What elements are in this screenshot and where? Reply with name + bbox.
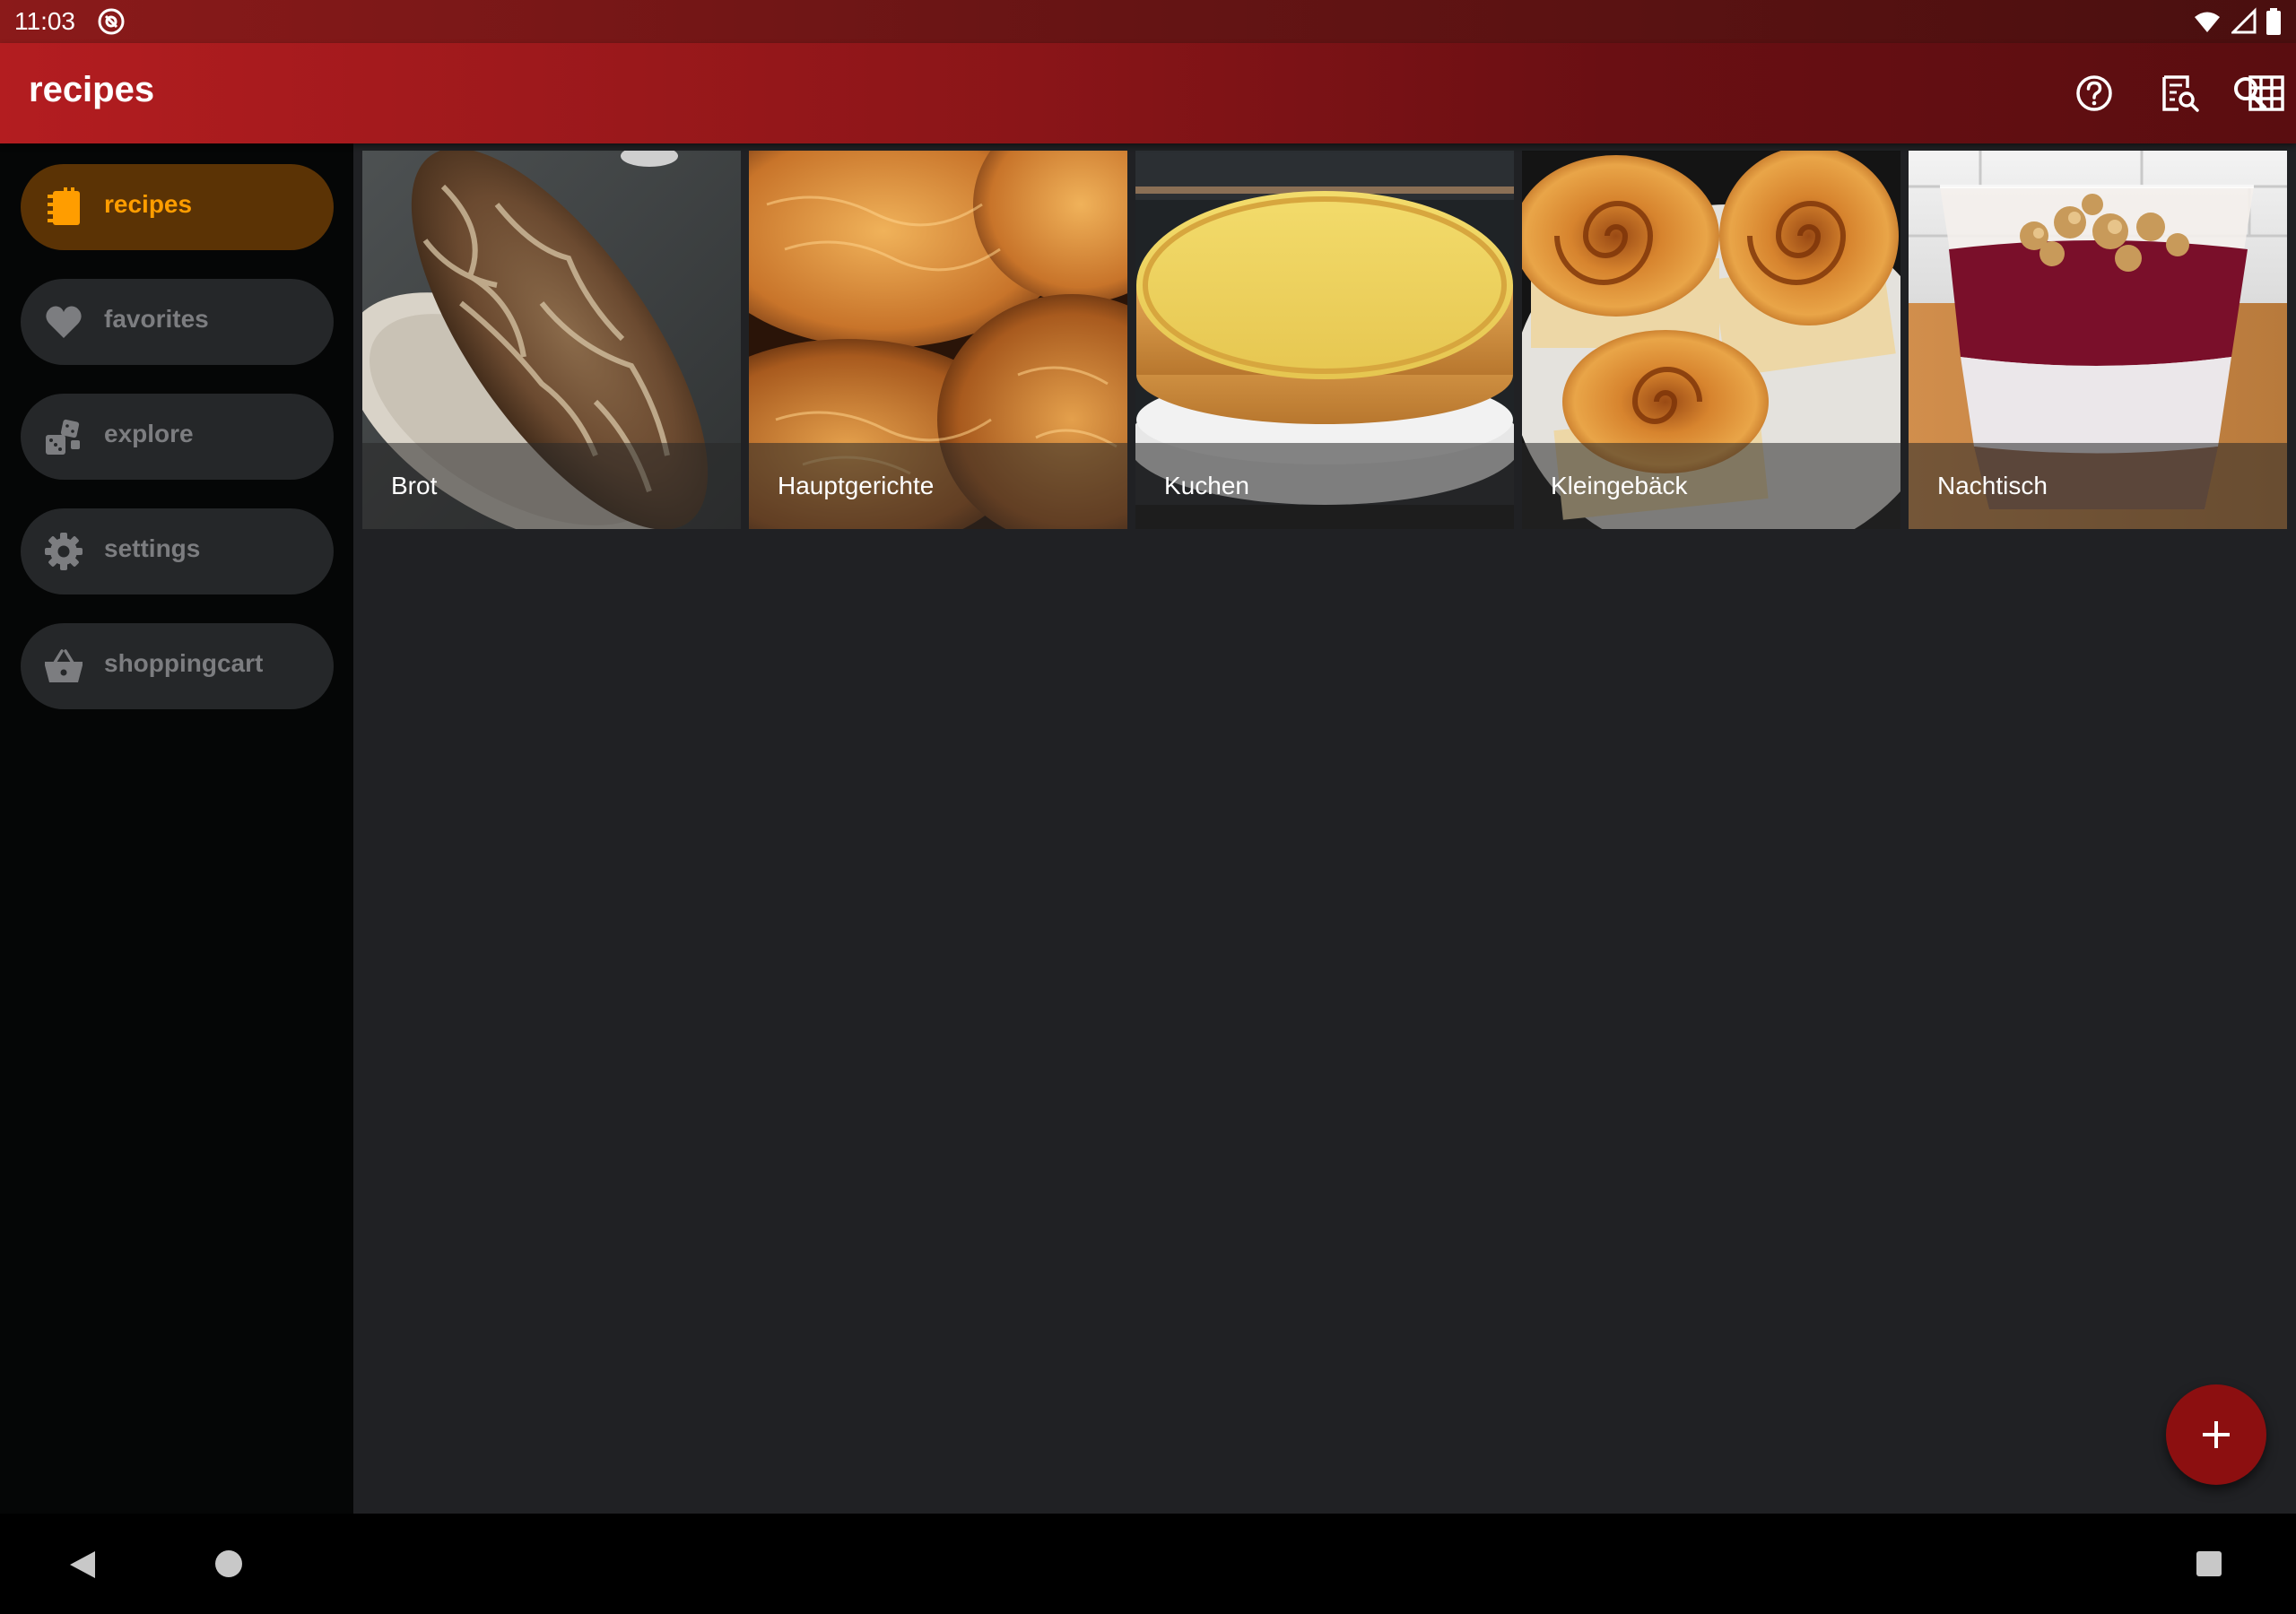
category-tile-nachtisch[interactable]: Nachtisch [1909, 151, 2287, 529]
navigation-rail: recipes favorites explore settings shopp… [0, 143, 353, 1514]
category-label: Hauptgerichte [778, 472, 935, 499]
category-tile-kuchen[interactable]: Kuchen [1135, 151, 1514, 529]
back-button[interactable] [68, 1549, 97, 1584]
category-grid: Brot Hauptgerichte Kuchen Kleingebäck Na… [353, 143, 2296, 1514]
battery-icon [2266, 8, 2281, 35]
recents-button[interactable] [2195, 1549, 2223, 1583]
home-circle-icon [215, 1550, 242, 1577]
recents-square-icon [2196, 1551, 2222, 1576]
nav-label-favorites: favorites [104, 305, 209, 333]
tile-caption: Brot [362, 443, 741, 529]
back-triangle-icon [70, 1551, 95, 1578]
nav-item-explore[interactable]: explore [21, 394, 334, 480]
wifi-icon [2195, 12, 2221, 32]
help-icon [2076, 75, 2112, 111]
category-label: Kleingebäck [1551, 472, 1688, 499]
nav-item-recipes[interactable]: recipes [21, 164, 334, 250]
page-title: recipes [29, 70, 155, 109]
category-tile-kleingebaeck[interactable]: Kleingebäck [1522, 151, 1900, 529]
nav-label-settings: settings [104, 534, 201, 562]
nav-item-shoppingcart[interactable]: shoppingcart [21, 623, 334, 709]
category-tile-brot[interactable]: Brot [362, 151, 741, 529]
tile-caption: Hauptgerichte [749, 443, 1127, 529]
at-sign-icon [97, 7, 126, 36]
search-icon [2234, 77, 2267, 110]
home-button[interactable] [214, 1549, 243, 1583]
search-button[interactable] [2222, 65, 2279, 122]
category-label: Nachtisch [1937, 472, 2048, 499]
nav-label-explore: explore [104, 420, 194, 447]
app-bar: recipes [0, 43, 2296, 143]
app-root: 11:03 recipes recipes favorites explore … [0, 0, 2296, 1614]
basket-icon [44, 646, 83, 686]
tile-caption: Kleingebäck [1522, 443, 1900, 529]
nav-item-favorites[interactable]: favorites [21, 279, 334, 365]
status-time: 11:03 [14, 7, 75, 35]
category-label: Brot [391, 472, 438, 499]
tile-caption: Nachtisch [1909, 443, 2287, 529]
recipe-search-icon [2162, 75, 2199, 112]
system-navigation-bar [0, 1514, 2296, 1614]
gear-icon [44, 532, 83, 571]
nav-label-recipes: recipes [104, 190, 193, 218]
nav-item-settings[interactable]: settings [21, 508, 334, 594]
recipe-book-icon [44, 187, 83, 227]
tile-caption: Kuchen [1135, 443, 1514, 529]
status-indicators [2187, 7, 2282, 36]
recipe-search-button[interactable] [2152, 65, 2209, 122]
heart-icon [44, 302, 83, 342]
cell-signal-icon [2231, 7, 2257, 34]
status-bar: 11:03 [0, 0, 2296, 43]
explore-icon [44, 417, 83, 456]
help-button[interactable] [2066, 65, 2123, 122]
add-recipe-button[interactable] [2166, 1384, 2266, 1485]
category-tile-hauptgerichte[interactable]: Hauptgerichte [749, 151, 1127, 529]
category-label: Kuchen [1164, 472, 1249, 499]
nav-label-shoppingcart: shoppingcart [104, 649, 264, 677]
plus-icon [2203, 1421, 2230, 1448]
